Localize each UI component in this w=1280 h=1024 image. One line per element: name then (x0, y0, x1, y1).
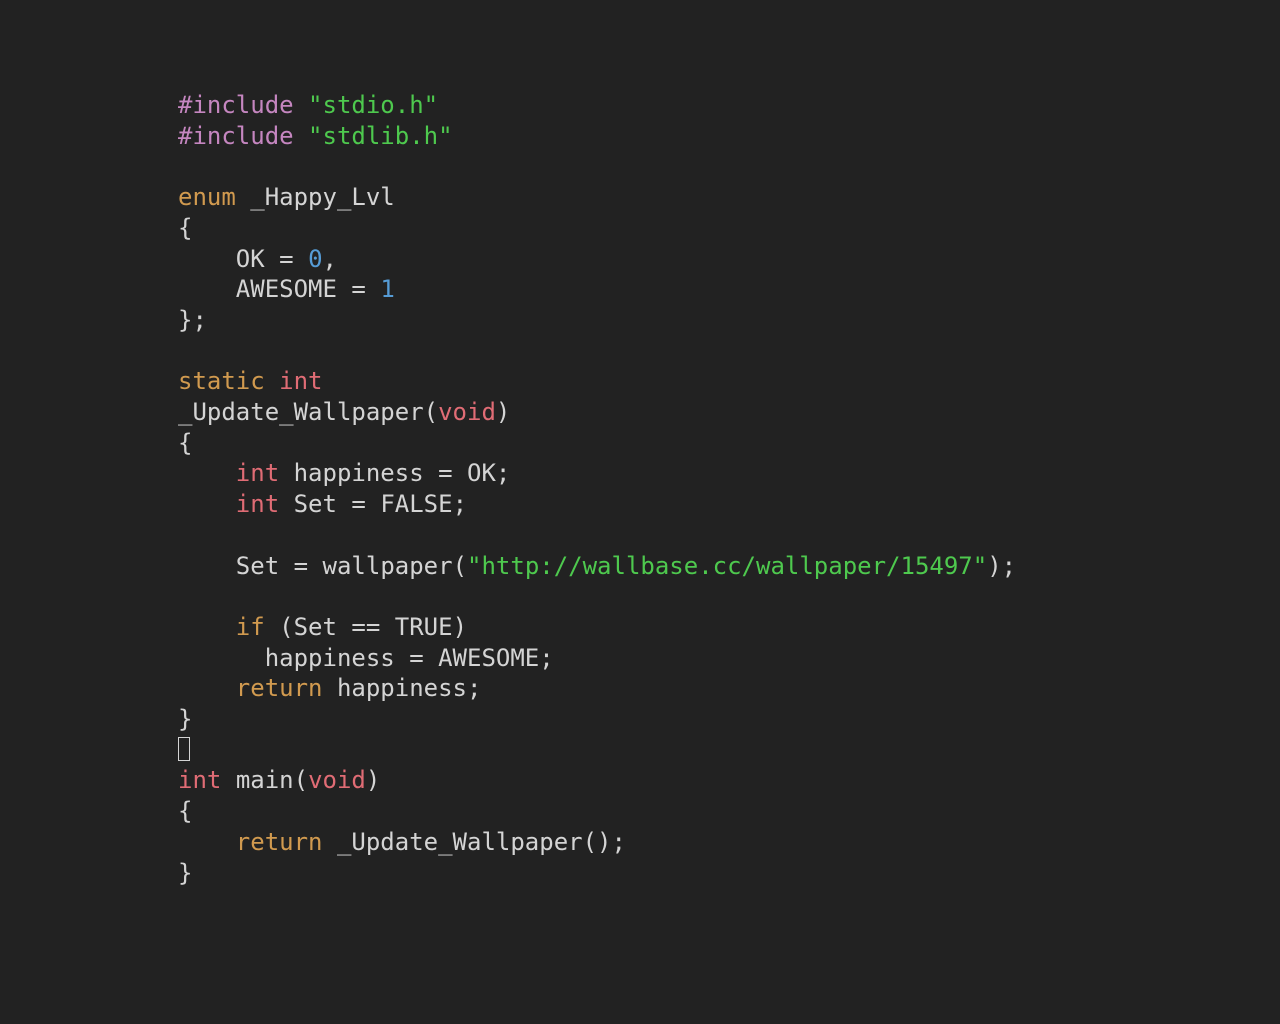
code-block: #include "stdio.h" #include "stdlib.h" e… (178, 90, 1016, 888)
